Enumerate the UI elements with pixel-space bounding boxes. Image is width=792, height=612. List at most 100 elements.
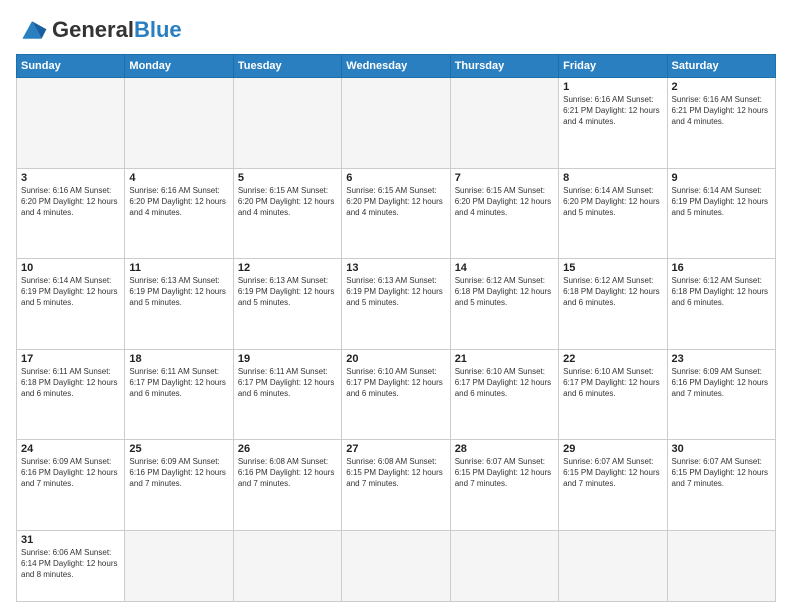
day-info: Sunrise: 6:16 AM Sunset: 6:20 PM Dayligh… <box>21 185 120 219</box>
day-number: 14 <box>455 262 554 274</box>
day-number: 28 <box>455 443 554 455</box>
calendar-cell <box>342 530 450 602</box>
generalblue-logo-icon <box>16 16 48 44</box>
calendar-cell: 31Sunrise: 6:06 AM Sunset: 6:14 PM Dayli… <box>17 530 125 602</box>
day-info: Sunrise: 6:06 AM Sunset: 6:14 PM Dayligh… <box>21 547 120 581</box>
calendar-cell: 8Sunrise: 6:14 AM Sunset: 6:20 PM Daylig… <box>559 168 667 259</box>
day-number: 25 <box>129 443 228 455</box>
calendar-cell <box>450 78 558 169</box>
calendar-cell: 10Sunrise: 6:14 AM Sunset: 6:19 PM Dayli… <box>17 259 125 350</box>
day-number: 16 <box>672 262 771 274</box>
day-number: 20 <box>346 353 445 365</box>
page: GeneralBlue SundayMondayTuesdayWednesday… <box>0 0 792 612</box>
day-info: Sunrise: 6:07 AM Sunset: 6:15 PM Dayligh… <box>563 456 662 490</box>
day-info: Sunrise: 6:07 AM Sunset: 6:15 PM Dayligh… <box>672 456 771 490</box>
day-number: 9 <box>672 172 771 184</box>
weekday-header-tuesday: Tuesday <box>233 55 341 78</box>
day-info: Sunrise: 6:09 AM Sunset: 6:16 PM Dayligh… <box>129 456 228 490</box>
day-info: Sunrise: 6:11 AM Sunset: 6:18 PM Dayligh… <box>21 366 120 400</box>
day-number: 23 <box>672 353 771 365</box>
day-number: 26 <box>238 443 337 455</box>
day-number: 21 <box>455 353 554 365</box>
calendar-cell: 4Sunrise: 6:16 AM Sunset: 6:20 PM Daylig… <box>125 168 233 259</box>
day-info: Sunrise: 6:13 AM Sunset: 6:19 PM Dayligh… <box>346 275 445 309</box>
calendar-cell: 27Sunrise: 6:08 AM Sunset: 6:15 PM Dayli… <box>342 440 450 531</box>
calendar-cell <box>17 78 125 169</box>
day-info: Sunrise: 6:09 AM Sunset: 6:16 PM Dayligh… <box>672 366 771 400</box>
day-info: Sunrise: 6:14 AM Sunset: 6:19 PM Dayligh… <box>672 185 771 219</box>
weekday-header-monday: Monday <box>125 55 233 78</box>
day-info: Sunrise: 6:12 AM Sunset: 6:18 PM Dayligh… <box>672 275 771 309</box>
day-number: 19 <box>238 353 337 365</box>
calendar-cell <box>233 78 341 169</box>
day-info: Sunrise: 6:08 AM Sunset: 6:15 PM Dayligh… <box>346 456 445 490</box>
calendar-cell: 11Sunrise: 6:13 AM Sunset: 6:19 PM Dayli… <box>125 259 233 350</box>
calendar-cell: 13Sunrise: 6:13 AM Sunset: 6:19 PM Dayli… <box>342 259 450 350</box>
calendar-cell: 23Sunrise: 6:09 AM Sunset: 6:16 PM Dayli… <box>667 349 775 440</box>
day-info: Sunrise: 6:15 AM Sunset: 6:20 PM Dayligh… <box>346 185 445 219</box>
day-info: Sunrise: 6:10 AM Sunset: 6:17 PM Dayligh… <box>455 366 554 400</box>
header: GeneralBlue <box>16 16 776 44</box>
calendar-cell: 19Sunrise: 6:11 AM Sunset: 6:17 PM Dayli… <box>233 349 341 440</box>
day-info: Sunrise: 6:16 AM Sunset: 6:21 PM Dayligh… <box>672 94 771 128</box>
calendar-cell: 6Sunrise: 6:15 AM Sunset: 6:20 PM Daylig… <box>342 168 450 259</box>
day-number: 31 <box>21 534 120 546</box>
day-info: Sunrise: 6:07 AM Sunset: 6:15 PM Dayligh… <box>455 456 554 490</box>
day-number: 1 <box>563 81 662 93</box>
calendar-cell: 17Sunrise: 6:11 AM Sunset: 6:18 PM Dayli… <box>17 349 125 440</box>
calendar-cell: 3Sunrise: 6:16 AM Sunset: 6:20 PM Daylig… <box>17 168 125 259</box>
day-number: 18 <box>129 353 228 365</box>
day-info: Sunrise: 6:11 AM Sunset: 6:17 PM Dayligh… <box>129 366 228 400</box>
day-info: Sunrise: 6:12 AM Sunset: 6:18 PM Dayligh… <box>455 275 554 309</box>
day-info: Sunrise: 6:10 AM Sunset: 6:17 PM Dayligh… <box>563 366 662 400</box>
day-info: Sunrise: 6:15 AM Sunset: 6:20 PM Dayligh… <box>455 185 554 219</box>
day-number: 22 <box>563 353 662 365</box>
day-number: 24 <box>21 443 120 455</box>
day-info: Sunrise: 6:10 AM Sunset: 6:17 PM Dayligh… <box>346 366 445 400</box>
calendar-cell: 26Sunrise: 6:08 AM Sunset: 6:16 PM Dayli… <box>233 440 341 531</box>
weekday-header-thursday: Thursday <box>450 55 558 78</box>
calendar-cell <box>125 78 233 169</box>
logo: GeneralBlue <box>16 16 182 44</box>
calendar-cell: 1Sunrise: 6:16 AM Sunset: 6:21 PM Daylig… <box>559 78 667 169</box>
weekday-header-wednesday: Wednesday <box>342 55 450 78</box>
day-info: Sunrise: 6:15 AM Sunset: 6:20 PM Dayligh… <box>238 185 337 219</box>
day-info: Sunrise: 6:14 AM Sunset: 6:20 PM Dayligh… <box>563 185 662 219</box>
day-number: 7 <box>455 172 554 184</box>
calendar-cell: 18Sunrise: 6:11 AM Sunset: 6:17 PM Dayli… <box>125 349 233 440</box>
calendar-cell: 24Sunrise: 6:09 AM Sunset: 6:16 PM Dayli… <box>17 440 125 531</box>
day-number: 2 <box>672 81 771 93</box>
day-number: 30 <box>672 443 771 455</box>
day-number: 17 <box>21 353 120 365</box>
logo-text: GeneralBlue <box>52 19 182 41</box>
day-number: 8 <box>563 172 662 184</box>
calendar-cell <box>450 530 558 602</box>
calendar-cell <box>667 530 775 602</box>
day-number: 5 <box>238 172 337 184</box>
calendar-cell: 2Sunrise: 6:16 AM Sunset: 6:21 PM Daylig… <box>667 78 775 169</box>
day-info: Sunrise: 6:16 AM Sunset: 6:21 PM Dayligh… <box>563 94 662 128</box>
day-info: Sunrise: 6:08 AM Sunset: 6:16 PM Dayligh… <box>238 456 337 490</box>
calendar-week-row: 24 Sunrise: 6:09 AM Sunset: 6:16 PM Dayli… <box>17 440 776 531</box>
calendar-week-row: 3Sunrise: 6:16 AM Sunset: 6:20 PM Daylig… <box>17 168 776 259</box>
day-number: 27 <box>346 443 445 455</box>
calendar-cell: 21Sunrise: 6:10 AM Sunset: 6:17 PM Dayli… <box>450 349 558 440</box>
day-number: 11 <box>129 262 228 274</box>
calendar-cell: 15Sunrise: 6:12 AM Sunset: 6:18 PM Dayli… <box>559 259 667 350</box>
day-number: 13 <box>346 262 445 274</box>
weekday-header-saturday: Saturday <box>667 55 775 78</box>
calendar-table: SundayMondayTuesdayWednesdayThursdayFrid… <box>16 54 776 602</box>
day-number: 4 <box>129 172 228 184</box>
day-info: Sunrise: 6:14 AM Sunset: 6:19 PM Dayligh… <box>21 275 120 309</box>
calendar-week-row: 31Sunrise: 6:06 AM Sunset: 6:14 PM Dayli… <box>17 530 776 602</box>
calendar-cell: 20Sunrise: 6:10 AM Sunset: 6:17 PM Dayli… <box>342 349 450 440</box>
day-number: 3 <box>21 172 120 184</box>
calendar-week-row: 17Sunrise: 6:11 AM Sunset: 6:18 PM Dayli… <box>17 349 776 440</box>
calendar-cell: 29Sunrise: 6:07 AM Sunset: 6:15 PM Dayli… <box>559 440 667 531</box>
day-info: Sunrise: 6:16 AM Sunset: 6:20 PM Dayligh… <box>129 185 228 219</box>
day-number: 6 <box>346 172 445 184</box>
calendar-cell: 25Sunrise: 6:09 AM Sunset: 6:16 PM Dayli… <box>125 440 233 531</box>
calendar-cell: 5Sunrise: 6:15 AM Sunset: 6:20 PM Daylig… <box>233 168 341 259</box>
calendar-cell: 22Sunrise: 6:10 AM Sunset: 6:17 PM Dayli… <box>559 349 667 440</box>
day-info: Sunrise: 6:12 AM Sunset: 6:18 PM Dayligh… <box>563 275 662 309</box>
